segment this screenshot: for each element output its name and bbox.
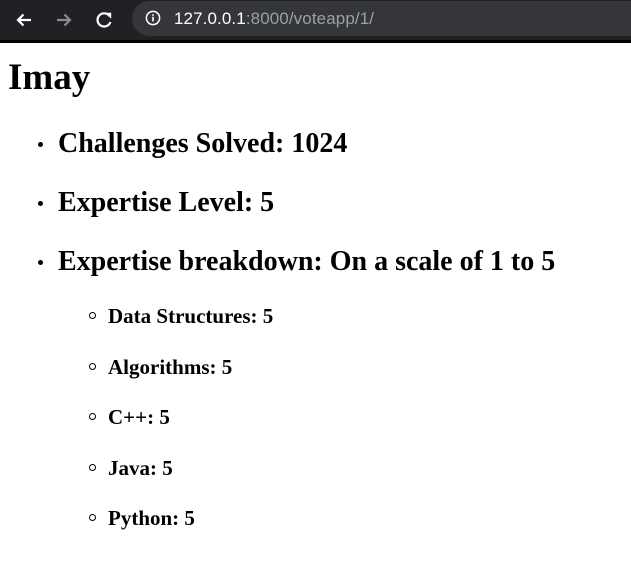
forward-button[interactable]	[48, 4, 80, 36]
bullet-disc	[38, 142, 43, 147]
info-icon[interactable]	[145, 10, 161, 26]
breakdown-item-label: C++: 5	[108, 405, 170, 429]
list-item-expertise-level: Expertise Level: 5	[38, 186, 275, 220]
url-host: 127.0.0.1	[174, 9, 246, 28]
list-item-challenges-solved: Challenges Solved: 1024	[38, 127, 348, 161]
bullet-circle	[89, 514, 96, 521]
breakdown-item-data-structures: Data Structures: 5	[89, 303, 274, 329]
breakdown-item-python: Python: 5	[89, 505, 195, 531]
breakdown-item-algorithms: Algorithms: 5	[89, 354, 233, 380]
reload-icon	[96, 12, 112, 28]
bullet-disc	[38, 260, 43, 265]
list-item-expertise-breakdown: Expertise breakdown: On a scale of 1 to …	[38, 245, 556, 279]
breakdown-item-label: Data Structures: 5	[108, 304, 274, 328]
breakdown-item-label: Algorithms: 5	[108, 355, 233, 379]
bullet-circle	[89, 363, 96, 370]
bullet-disc	[38, 201, 43, 206]
bullet-circle	[89, 464, 96, 471]
address-bar[interactable]: 127.0.0.1:8000/voteapp/1/	[132, 1, 631, 36]
browser-toolbar: 127.0.0.1:8000/voteapp/1/	[0, 0, 631, 40]
page-title: Imay	[8, 57, 91, 98]
url-path: :8000/voteapp/1/	[245, 9, 375, 28]
breakdown-item-java: Java: 5	[89, 455, 173, 481]
back-arrow-icon	[16, 13, 31, 27]
list-item-label: Expertise Level: 5	[58, 187, 275, 218]
back-button[interactable]	[8, 4, 40, 36]
forward-arrow-icon	[57, 13, 72, 27]
reload-button[interactable]	[88, 4, 120, 36]
bullet-circle	[89, 312, 96, 319]
list-item-label: Challenges Solved: 1024	[58, 128, 348, 159]
breakdown-item-label: Java: 5	[108, 456, 173, 480]
page-content: Imay Challenges Solved: 1024 Expertise L…	[0, 43, 631, 563]
bullet-circle	[89, 413, 96, 420]
breakdown-item-label: Python: 5	[108, 506, 195, 530]
url-text[interactable]: 127.0.0.1:8000/voteapp/1/	[174, 1, 374, 36]
list-item-label: Expertise breakdown: On a scale of 1 to …	[58, 246, 556, 277]
breakdown-item-cpp: C++: 5	[89, 404, 170, 430]
